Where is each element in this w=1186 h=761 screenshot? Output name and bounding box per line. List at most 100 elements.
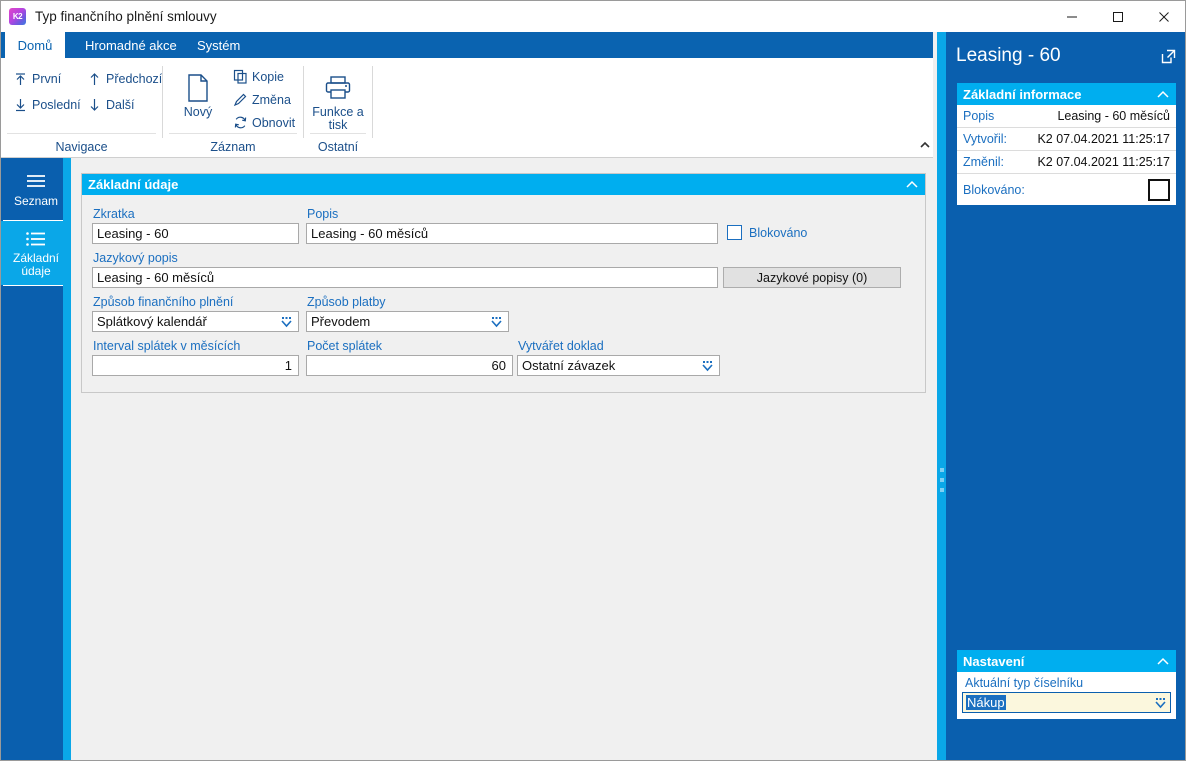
command-dalsi[interactable]: Další (85, 98, 134, 112)
info-row-popis: Popis Leasing - 60 měsíců (957, 105, 1176, 128)
minimize-icon[interactable] (1049, 1, 1095, 32)
select-value: Splátkový kalendář (97, 314, 207, 329)
ribbon-group-label: Ostatní (317, 140, 359, 154)
bullet-list-icon (24, 228, 48, 250)
ribbon-toolbar: První Předchozí Poslední Další Navigace … (1, 58, 940, 158)
command-label: Kopie (252, 69, 284, 84)
right-detail-panel: Leasing - 60 Základní informace Popis Le… (946, 32, 1185, 760)
maximize-icon[interactable] (1095, 1, 1141, 32)
chevron-up-icon (920, 141, 930, 148)
jazykove-popisy-button[interactable]: Jazykové popisy (0) (723, 267, 901, 288)
panel-title: Základní údaje (88, 177, 179, 192)
sidebar-divider (3, 285, 69, 286)
info-row-key: Vytvořil: (963, 132, 1007, 146)
close-icon[interactable] (1141, 1, 1185, 32)
info-row-vytvoril: Vytvořil: K2 07.04.2021 11:25:17 (957, 128, 1176, 151)
card-header: Nastavení (957, 650, 1176, 672)
select-aktualni-typ-ciselniku[interactable]: Nákup (962, 692, 1171, 713)
command-predchozi[interactable]: Předchozí (85, 72, 162, 86)
sidebar-item-zakladni-udaje[interactable]: Základní údaje (1, 221, 71, 285)
card-collapse-button[interactable] (1156, 90, 1170, 99)
command-label: První (32, 72, 62, 86)
command-label: Nový (183, 105, 213, 119)
title-bar: Typ finančního plnění smlouvy (1, 1, 1185, 32)
card-collapse-button[interactable] (1156, 657, 1170, 666)
card-zakladni-informace: Základní informace Popis Leasing - 60 mě… (956, 82, 1177, 206)
command-zmena[interactable]: Změna (231, 92, 291, 107)
command-posledni[interactable]: Poslední (11, 98, 81, 112)
command-novy[interactable]: Nový (169, 70, 227, 119)
application-window: Typ finančního plnění smlouvy Domů Hroma… (0, 0, 1186, 761)
blokovano-checkbox[interactable] (1148, 178, 1170, 201)
arrow-up-to-line-icon (11, 72, 29, 86)
sidebar-item-seznam[interactable]: Seznam (1, 158, 71, 220)
splitter-grip-icon[interactable] (940, 468, 944, 492)
printer-icon (324, 70, 352, 106)
info-row-value: K2 07.04.2021 11:25:17 (1037, 155, 1170, 169)
panel-collapse-button[interactable] (905, 180, 919, 189)
info-row-key: Změnil: (963, 155, 1004, 169)
info-row-key: Popis (963, 109, 995, 123)
card-header: Základní informace (957, 83, 1176, 105)
splitter-bar (937, 32, 946, 760)
command-obnovit[interactable]: Obnovit (231, 115, 295, 130)
sidebar-item-label: Seznam (13, 193, 59, 208)
window-controls (1049, 1, 1185, 32)
tab-domu[interactable]: Domů (5, 32, 65, 58)
ribbon-collapse-button[interactable] (916, 137, 934, 153)
panel-body: Zkratka Leasing - 60 Popis Leasing - 60 … (82, 195, 925, 392)
open-external-icon[interactable] (1160, 48, 1177, 65)
input-zkratka[interactable]: Leasing - 60 (92, 223, 299, 244)
input-jazykovy-popis[interactable]: Leasing - 60 měsíců (92, 267, 718, 288)
command-label: Další (106, 98, 135, 112)
card-title: Nastavení (963, 653, 1025, 669)
main-content-area: Základní údaje Zkratka Leasing - 60 Popi… (71, 158, 933, 760)
left-sidebar: Seznam Základní údaje (1, 158, 71, 760)
tab-system[interactable]: Systém (183, 32, 254, 58)
pencil-icon (231, 92, 249, 107)
command-label: Předchozí (106, 72, 163, 86)
dropdown-arrow-icon[interactable] (699, 357, 715, 374)
dropdown-arrow-icon[interactable] (488, 313, 504, 330)
select-zpusob-platby[interactable]: Převodem (306, 311, 509, 332)
label-zpusob-plneni: Způsob finančního plnění (93, 295, 234, 309)
label-jazykovy-popis: Jazykový popis (93, 251, 178, 265)
info-row-key: Blokováno: (963, 182, 1025, 197)
card-nastaveni: Nastavení Aktuální typ číselníku Nákup (956, 649, 1177, 720)
command-funkce-a-tisk[interactable]: Funkce a tisk (309, 70, 367, 132)
panel-zakladni-udaje: Základní údaje Zkratka Leasing - 60 Popi… (81, 173, 926, 393)
dropdown-arrow-icon[interactable] (1152, 696, 1168, 710)
copy-icon (231, 69, 249, 84)
arrow-down-icon (85, 98, 103, 112)
label-popis: Popis (307, 207, 339, 221)
ribbon-group-label: Navigace (55, 140, 108, 154)
info-row-value: Leasing - 60 měsíců (1057, 109, 1170, 123)
select-zpusob-plneni[interactable]: Splátkový kalendář (92, 311, 299, 332)
k2-logo-icon (9, 8, 26, 25)
refresh-icon (231, 115, 249, 130)
checkbox-blokovano[interactable]: Blokováno (727, 225, 807, 240)
label-zkratka: Zkratka (93, 207, 135, 221)
chevron-up-icon (1157, 657, 1169, 665)
select-value: Převodem (311, 314, 371, 329)
input-interval-splatek[interactable]: 1 (92, 355, 299, 376)
input-pocet-splatek[interactable]: 60 (306, 355, 513, 376)
dropdown-arrow-icon[interactable] (278, 313, 294, 330)
select-vytvaret-doklad[interactable]: Ostatní závazek (517, 355, 720, 376)
command-kopie[interactable]: Kopie (231, 69, 284, 84)
input-popis[interactable]: Leasing - 60 měsíců (306, 223, 718, 244)
command-label: Změna (252, 92, 291, 107)
select-value: Ostatní závazek (522, 358, 616, 373)
ribbon-group-label: Záznam (210, 140, 256, 154)
tab-hromadne-akce[interactable]: Hromadné akce (71, 32, 191, 58)
info-row-value: K2 07.04.2021 11:25:17 (1037, 132, 1170, 146)
new-document-icon (185, 70, 211, 106)
command-label: Funkce a tisk (312, 105, 364, 132)
chevron-up-icon (906, 180, 918, 188)
ribbon-group-ostatni: Funkce a tisk Ostatní (304, 60, 372, 156)
ribbon-group-zaznam: Nový Kopie Změna Obnovit Záznam (163, 60, 303, 156)
panel-splitter[interactable] (933, 32, 946, 760)
panel-header: Základní údaje (82, 174, 925, 195)
command-prvni[interactable]: První (11, 72, 61, 86)
sidebar-accent-edge (63, 158, 71, 760)
